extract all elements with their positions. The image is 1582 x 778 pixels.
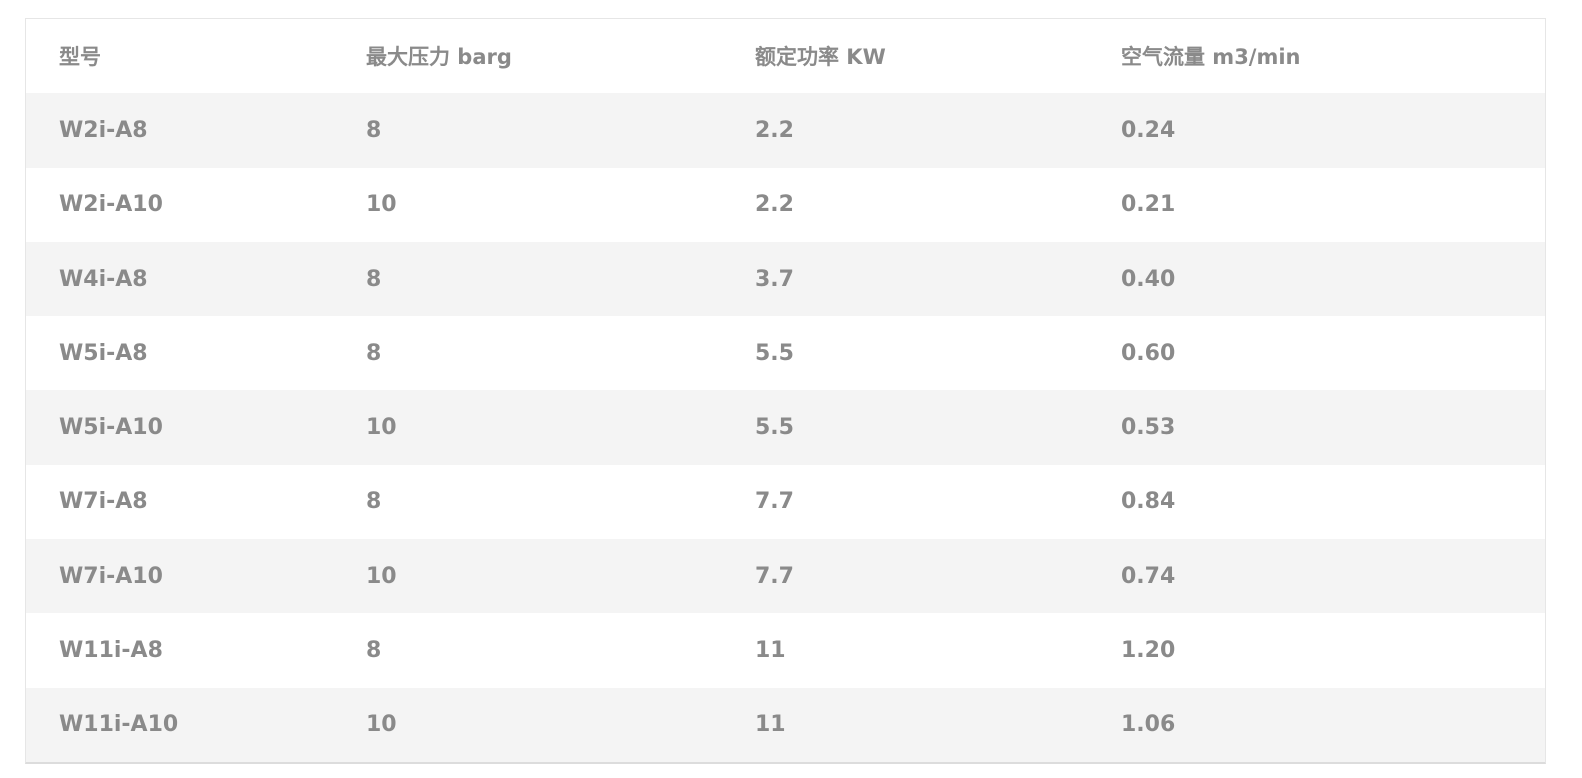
- cell-model: W5i-A8: [26, 316, 333, 391]
- cell-model: W11i-A8: [26, 613, 333, 688]
- cell-rated-power: 11: [722, 613, 1088, 688]
- cell-air-flow: 0.40: [1088, 241, 1545, 317]
- table-row: W11i-A10 10 11 1.06: [26, 687, 1545, 762]
- cell-max-pressure: 10: [333, 687, 722, 762]
- table-header: 型号 最大压力 barg 额定功率 KW 空气流量 m3/min: [26, 19, 1545, 93]
- spec-table: 型号 最大压力 barg 额定功率 KW 空气流量 m3/min W2i-A8 …: [26, 19, 1545, 762]
- cell-air-flow: 0.60: [1088, 316, 1545, 391]
- table-row: W2i-A10 10 2.2 0.21: [26, 167, 1545, 242]
- header-rated-power: 额定功率 KW: [755, 45, 886, 70]
- cell-rated-power: 7.7: [722, 464, 1088, 540]
- cell-model: W4i-A8: [26, 241, 333, 317]
- header-air-flow: 空气流量 m3/min: [1121, 45, 1301, 70]
- table-row: W7i-A10 10 7.7 0.74: [26, 539, 1545, 614]
- cell-rated-power: 2.2: [722, 167, 1088, 242]
- table-row: W7i-A8 8 7.7 0.84: [26, 464, 1545, 540]
- cell-rated-power: 2.2: [722, 93, 1088, 168]
- cell-model: W7i-A10: [26, 539, 333, 614]
- cell-rated-power: 5.5: [722, 316, 1088, 391]
- table-row: W11i-A8 8 11 1.20: [26, 613, 1545, 688]
- cell-model: W7i-A8: [26, 464, 333, 540]
- cell-model: W2i-A10: [26, 167, 333, 242]
- cell-max-pressure: 10: [333, 167, 722, 242]
- cell-air-flow: 1.20: [1088, 613, 1545, 688]
- header-model: 型号: [59, 45, 101, 70]
- cell-max-pressure: 8: [333, 464, 722, 540]
- cell-rated-power: 7.7: [722, 539, 1088, 614]
- table-body: W2i-A8 8 2.2 0.24 W2i-A10 10 2.2 0.21 W4…: [26, 93, 1545, 762]
- cell-air-flow: 0.21: [1088, 167, 1545, 242]
- cell-model: W5i-A10: [26, 390, 333, 465]
- cell-max-pressure: 8: [333, 93, 722, 168]
- cell-air-flow: 0.84: [1088, 464, 1545, 540]
- cell-max-pressure: 8: [333, 241, 722, 317]
- header-max-pressure: 最大压力 barg: [366, 45, 512, 70]
- table-row: W5i-A8 8 5.5 0.60: [26, 316, 1545, 391]
- cell-rated-power: 11: [722, 687, 1088, 762]
- cell-max-pressure: 8: [333, 613, 722, 688]
- cell-rated-power: 3.7: [722, 241, 1088, 317]
- table-row: W5i-A10 10 5.5 0.53: [26, 390, 1545, 465]
- cell-max-pressure: 8: [333, 316, 722, 391]
- cell-max-pressure: 10: [333, 539, 722, 614]
- cell-max-pressure: 10: [333, 390, 722, 465]
- cell-air-flow: 0.24: [1088, 93, 1545, 168]
- cell-air-flow: 1.06: [1088, 687, 1545, 762]
- spec-table-container: 型号 最大压力 barg 额定功率 KW 空气流量 m3/min W2i-A8 …: [25, 18, 1546, 764]
- cell-model: W11i-A10: [26, 687, 333, 762]
- header-row: 型号 最大压力 barg 额定功率 KW 空气流量 m3/min: [26, 19, 1545, 93]
- cell-rated-power: 5.5: [722, 390, 1088, 465]
- cell-air-flow: 0.53: [1088, 390, 1545, 465]
- cell-model: W2i-A8: [26, 93, 333, 168]
- table-row: W2i-A8 8 2.2 0.24: [26, 93, 1545, 168]
- cell-air-flow: 0.74: [1088, 539, 1545, 614]
- table-row: W4i-A8 8 3.7 0.40: [26, 241, 1545, 317]
